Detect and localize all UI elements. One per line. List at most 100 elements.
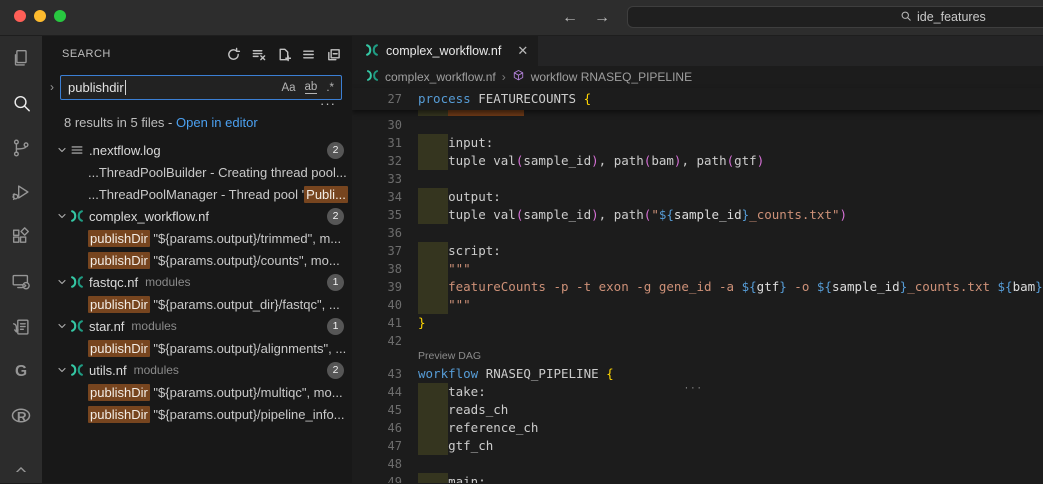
chevron-down-icon[interactable] xyxy=(54,364,70,376)
nextflow-icon xyxy=(70,319,89,333)
close-window-button[interactable] xyxy=(14,10,26,22)
file-description: modules xyxy=(131,319,176,333)
more-actions-icon[interactable]: ··· xyxy=(42,100,352,112)
history-nav: ← → xyxy=(562,0,610,36)
panel-title: SEARCH xyxy=(62,48,111,60)
open-new-search-editor-icon[interactable] xyxy=(274,45,292,63)
code-line[interactable]: 36 xyxy=(352,224,1043,242)
code-line[interactable]: 30 xyxy=(352,116,1043,134)
code-line[interactable]: 41} xyxy=(352,314,1043,332)
match-result-row[interactable]: publishDir "${params.output}/trimmed", m… xyxy=(42,227,352,249)
file-result-row[interactable]: complex_workflow.nf2 xyxy=(42,205,352,227)
activity-item-remote-explorer-icon[interactable] xyxy=(0,260,42,305)
codelens-preview-dag[interactable]: Preview DAG xyxy=(352,350,1043,365)
activity-item-task-output-icon[interactable] xyxy=(0,304,42,349)
code-line[interactable]: 39 featureCounts -p -t exon -g gene_id -… xyxy=(352,278,1043,296)
line-number: 35 xyxy=(352,206,418,224)
match-result-row[interactable]: ...ThreadPoolBuilder - Creating thread p… xyxy=(42,161,352,183)
code-line[interactable]: 33 xyxy=(352,170,1043,188)
maximize-window-button[interactable] xyxy=(54,10,66,22)
log-file-icon xyxy=(70,143,89,157)
chevron-down-icon[interactable] xyxy=(54,144,70,156)
code-line[interactable]: 38 """ xyxy=(352,260,1043,278)
match-highlight: Publi... xyxy=(304,186,348,203)
nextflow-icon xyxy=(366,69,379,85)
breadcrumb-file[interactable]: complex_workflow.nf xyxy=(385,70,496,84)
match-result-row[interactable]: publishDir "${params.output}/multiqc", m… xyxy=(42,381,352,403)
code-line[interactable]: 32 tuple val(sample_id), path(bam), path… xyxy=(352,152,1043,170)
search-query-text: publishdir xyxy=(68,80,124,95)
code-line[interactable]: 44 take: xyxy=(352,383,1043,401)
file-result-row[interactable]: .nextflow.log2 xyxy=(42,139,352,161)
code-line[interactable]: 48 xyxy=(352,455,1043,473)
chevron-down-icon[interactable] xyxy=(54,276,70,288)
back-arrow-icon[interactable]: ← xyxy=(562,9,578,27)
sticky-scroll-line[interactable]: 27process FEATURECOUNTS { xyxy=(352,88,1043,110)
code-line[interactable]: 45 reads_ch xyxy=(352,401,1043,419)
activity-item-source-control-icon[interactable] xyxy=(0,125,42,170)
svg-text:G: G xyxy=(15,363,27,380)
activity-item-search-icon[interactable] xyxy=(0,81,42,126)
line-number: 34 xyxy=(352,188,418,206)
breadcrumb-symbol[interactable]: workflow RNASEQ_PIPELINE xyxy=(531,70,692,84)
match-highlight: publishDir xyxy=(88,384,150,401)
line-number: 42 xyxy=(352,332,418,350)
file-result-row[interactable]: utils.nfmodules2 xyxy=(42,359,352,381)
activity-item-r-language-icon[interactable]: R xyxy=(0,394,42,439)
file-name: complex_workflow.nf xyxy=(89,209,209,224)
code-line[interactable]: 42 xyxy=(352,332,1043,350)
match-result-row[interactable]: publishDir "${params.output}/counts", mo… xyxy=(42,249,352,271)
code-line[interactable]: 35 tuple val(sample_id), path("${sample_… xyxy=(352,206,1043,224)
code-line[interactable]: 40 """ xyxy=(352,296,1043,314)
match-count-badge: 2 xyxy=(327,362,344,379)
code-line[interactable]: 49 main: xyxy=(352,473,1043,483)
refresh-icon[interactable] xyxy=(224,45,242,63)
collapse-all-icon[interactable] xyxy=(324,45,342,63)
code-line[interactable]: 47 gtf_ch xyxy=(352,437,1043,455)
code-line[interactable]: 34 output: xyxy=(352,188,1043,206)
forward-arrow-icon[interactable]: → xyxy=(594,9,610,27)
whole-word-toggle[interactable]: ab xyxy=(305,81,318,94)
chevron-down-icon[interactable] xyxy=(54,320,70,332)
text-cursor xyxy=(125,80,126,95)
activity-item-partial-bottom-icon[interactable] xyxy=(0,438,42,483)
minimize-window-button[interactable] xyxy=(34,10,46,22)
nextflow-icon xyxy=(70,275,89,289)
file-description: modules xyxy=(134,363,179,377)
code-area[interactable]: 27process FEATURECOUNTS { 3031 input:32 … xyxy=(352,88,1043,483)
match-highlight: publishDir xyxy=(88,406,150,423)
toggle-replace-chevron-icon[interactable]: › xyxy=(44,75,60,100)
code-line[interactable]: 37 script: xyxy=(352,242,1043,260)
command-center[interactable]: ide_features xyxy=(627,6,1043,28)
regex-toggle[interactable]: .* xyxy=(326,82,334,94)
match-result-row[interactable]: ...ThreadPoolManager - Thread pool 'Publ… xyxy=(42,183,352,205)
find-match-highlight xyxy=(448,110,524,116)
match-result-row[interactable]: publishDir "${params.output}/pipeline_in… xyxy=(42,403,352,425)
chevron-down-icon[interactable] xyxy=(54,210,70,222)
breadcrumb-separator: › xyxy=(502,70,506,84)
close-tab-icon[interactable]: ✕ xyxy=(517,43,528,59)
match-result-row[interactable]: publishDir "${params.output_dir}/fastqc"… xyxy=(42,293,352,315)
code-line[interactable]: 46 reference_ch xyxy=(352,419,1043,437)
command-center-label: ide_features xyxy=(917,10,986,24)
match-case-toggle[interactable]: Aa xyxy=(281,82,295,94)
activity-item-run-debug-icon[interactable] xyxy=(0,170,42,215)
activity-item-gitlens-icon[interactable]: G xyxy=(0,349,42,394)
match-count-badge: 1 xyxy=(327,274,344,291)
line-number: 45 xyxy=(352,401,418,419)
match-result-row[interactable]: publishDir "${params.output}/alignments"… xyxy=(42,337,352,359)
tab-complex-workflow[interactable]: complex_workflow.nf ✕ xyxy=(352,36,538,66)
open-in-editor-link[interactable]: Open in editor xyxy=(176,115,258,130)
code-line[interactable]: 31 input: xyxy=(352,134,1043,152)
editor-group: complex_workflow.nf ✕ complex_workflow.n… xyxy=(352,36,1043,483)
file-result-row[interactable]: fastqc.nfmodules1 xyxy=(42,271,352,293)
search-input[interactable]: publishdir Aaab .* xyxy=(60,75,342,100)
view-as-list-icon[interactable] xyxy=(299,45,317,63)
file-result-row[interactable]: star.nfmodules1 xyxy=(42,315,352,337)
activity-item-extensions-icon[interactable] xyxy=(0,215,42,260)
clear-search-results-icon[interactable] xyxy=(249,45,267,63)
code-line[interactable]: 43workflow RNASEQ_PIPELINE {··· xyxy=(352,365,1043,383)
partial-line-29 xyxy=(352,110,1043,116)
line-number: 41 xyxy=(352,314,418,332)
activity-item-explorer-icon[interactable] xyxy=(0,36,42,81)
